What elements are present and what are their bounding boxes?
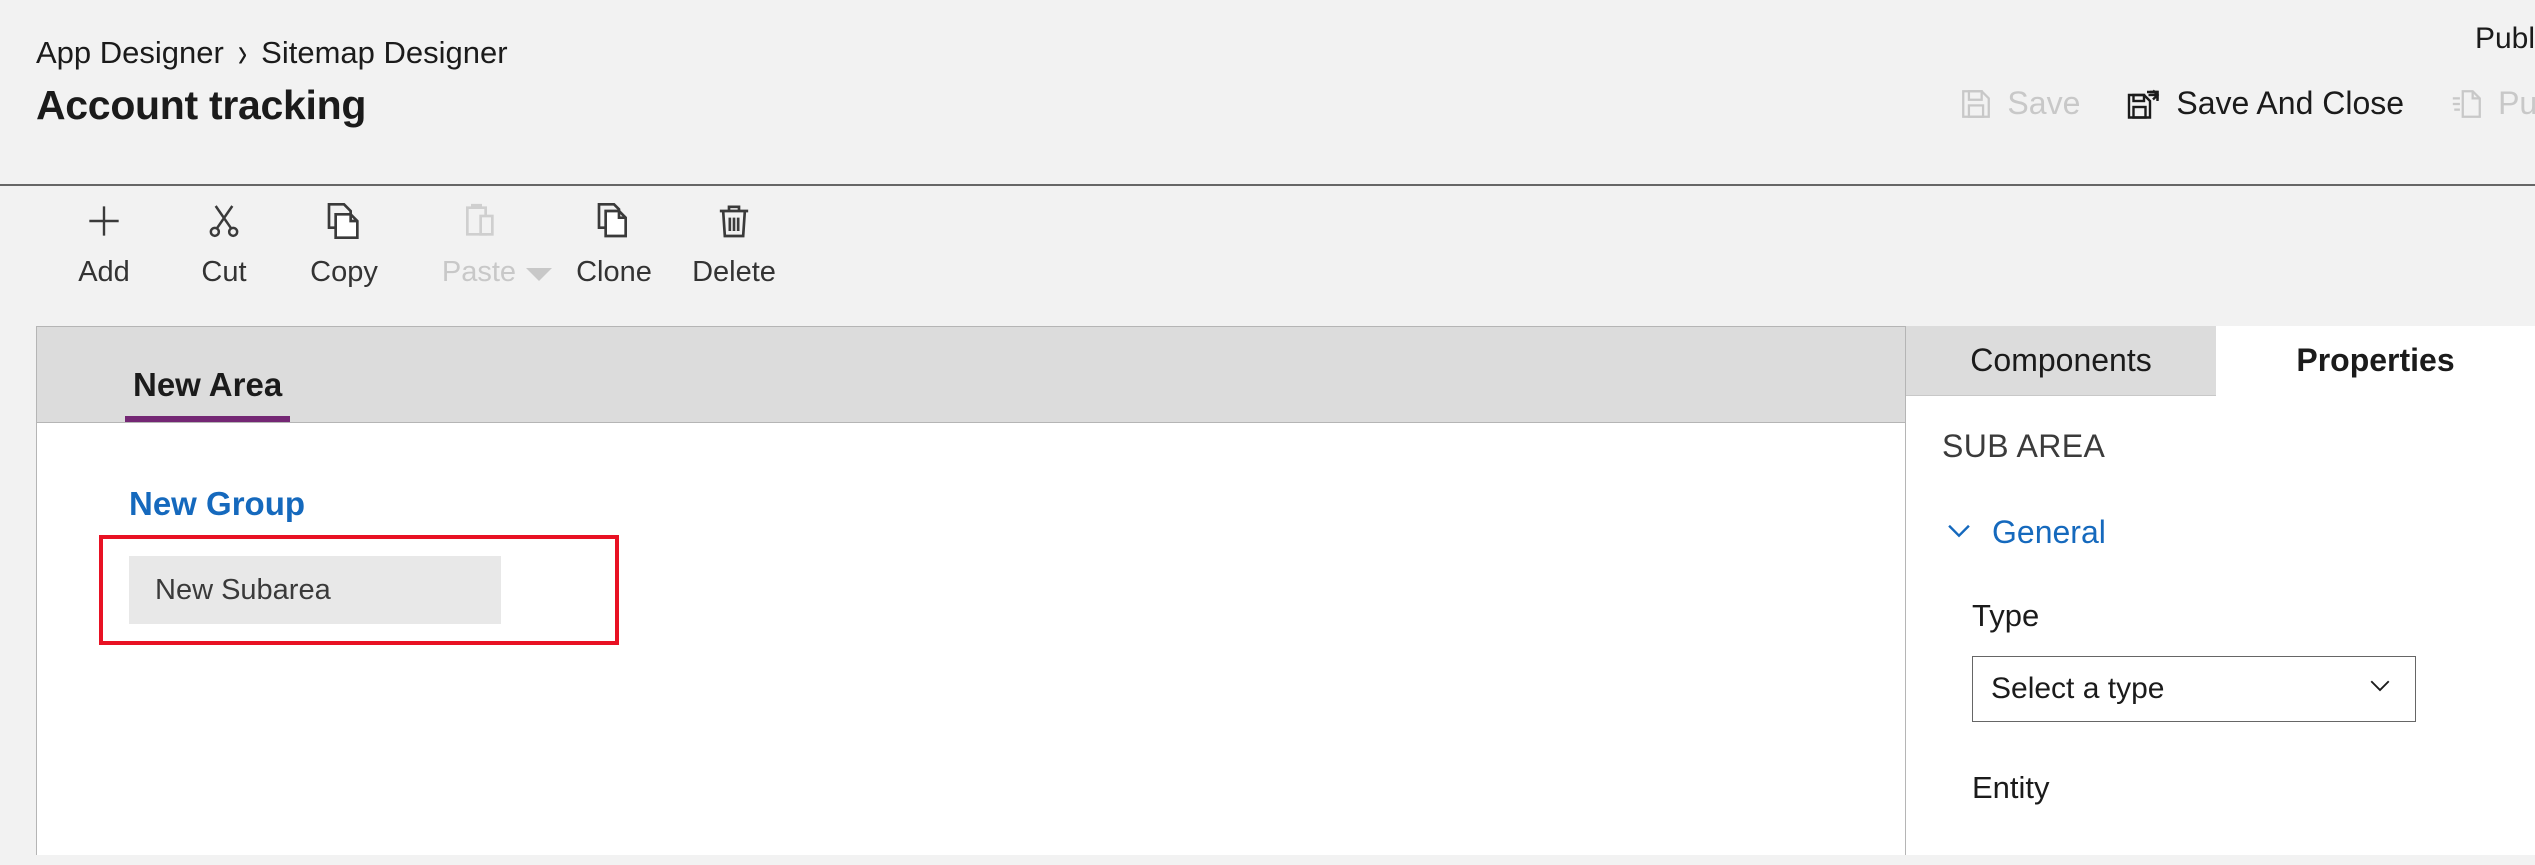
publish-status-text: Publ	[2474, 22, 2535, 55]
save-and-close-icon	[2126, 86, 2162, 122]
chevron-right-icon: ›	[237, 29, 248, 76]
publish-icon	[2450, 87, 2484, 121]
clipboard-icon	[459, 198, 499, 244]
panel-tabs: Components Properties	[1906, 326, 2535, 396]
chevron-down-icon	[2365, 670, 2395, 708]
publish-button[interactable]: Pub	[2450, 85, 2535, 122]
paste-button[interactable]: Paste	[404, 198, 554, 289]
header-actions: Save Save And Close Pu	[1959, 85, 2535, 122]
clone-icon	[594, 198, 634, 244]
cut-button-label: Cut	[201, 256, 247, 288]
cut-button[interactable]: Cut	[164, 198, 284, 289]
copy-button[interactable]: Copy	[284, 198, 404, 289]
subarea-selection-outline: New Subarea	[99, 535, 619, 645]
copy-button-label: Copy	[310, 256, 378, 288]
section-general-label: General	[1992, 514, 2106, 550]
group-title-new-group[interactable]: New Group	[129, 485, 1905, 523]
type-select[interactable]: Select a type	[1972, 656, 2416, 722]
sitemap-designer-app: App Designer › Sitemap Designer Account …	[0, 0, 2535, 865]
delete-button[interactable]: Delete	[674, 198, 794, 289]
scissors-icon	[204, 198, 244, 244]
save-icon	[1959, 87, 1993, 121]
tab-properties[interactable]: Properties	[2216, 326, 2535, 396]
type-select-value: Select a type	[1991, 672, 2165, 705]
add-button[interactable]: Add	[44, 198, 164, 289]
add-button-label: Add	[78, 256, 130, 288]
save-button-label: Save	[2007, 85, 2081, 121]
tab-components[interactable]: Components	[1906, 326, 2216, 396]
breadcrumb: App Designer › Sitemap Designer	[36, 29, 508, 76]
save-and-close-button[interactable]: Save And Close	[2126, 85, 2404, 122]
chevron-down-icon	[1942, 513, 1976, 552]
section-general-toggle[interactable]: General	[1942, 513, 2535, 552]
delete-button-label: Delete	[692, 256, 776, 288]
chevron-down-icon[interactable]	[526, 268, 552, 281]
plus-icon	[82, 198, 126, 244]
designer-body: New Area New Group New Subarea Component…	[0, 326, 2535, 855]
field-label-type: Type	[1972, 598, 2040, 633]
clone-button-label: Clone	[576, 256, 652, 288]
page-title: Account tracking	[36, 82, 367, 128]
breadcrumb-item-app-designer[interactable]: App Designer	[36, 35, 224, 71]
page-header: App Designer › Sitemap Designer Account …	[0, 0, 2535, 186]
command-bar: Add Cut Copy Paste Clone Delete	[0, 186, 2535, 326]
sitemap-canvas: New Area New Group New Subarea	[36, 326, 1906, 855]
save-button[interactable]: Save	[1959, 85, 2080, 122]
canvas-content: New Group New Subarea	[37, 423, 1905, 645]
save-and-close-label: Save And Close	[2176, 85, 2405, 121]
paste-button-label: Paste	[441, 256, 517, 288]
clone-button[interactable]: Clone	[554, 198, 674, 289]
breadcrumb-item-sitemap-designer[interactable]: Sitemap Designer	[261, 35, 507, 71]
subarea-new-subarea[interactable]: New Subarea	[129, 556, 501, 624]
trash-icon	[714, 198, 754, 244]
field-label-entity: Entity	[1972, 770, 2050, 805]
panel-body: SUB AREA General Type Select a type Enti…	[1906, 396, 2535, 855]
copy-icon	[324, 198, 364, 244]
properties-panel: Components Properties SUB AREA General T…	[1906, 326, 2535, 855]
area-tab-new-area[interactable]: New Area	[125, 366, 291, 422]
panel-section-header: SUB AREA	[1942, 428, 2106, 464]
publish-button-label: Pub	[2498, 85, 2535, 121]
area-tabbar: New Area	[37, 327, 1905, 423]
